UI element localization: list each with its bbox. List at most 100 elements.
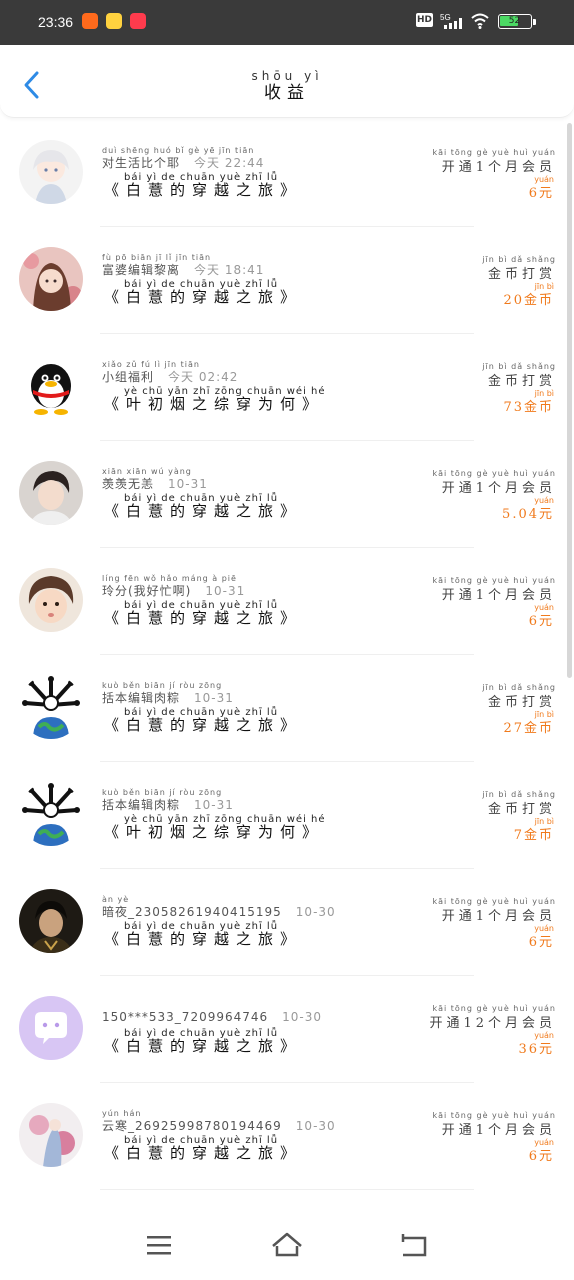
income-amount: 20金币 <box>503 293 554 308</box>
income-amount: 73金币 <box>503 400 554 415</box>
page-title-text: 收益 <box>264 83 310 103</box>
user-name: 对生活比个耶 <box>102 156 181 170</box>
user-line: 150***533_7209964746 10-30 <box>102 1010 322 1024</box>
hd-badge: HD <box>416 13 433 27</box>
avatar[interactable] <box>19 1103 83 1167</box>
avatar[interactable] <box>19 140 83 204</box>
record-time: 10-31 <box>205 584 246 598</box>
record-time: 10-31 <box>168 477 208 491</box>
income-type: 开通1个月会员 <box>441 909 556 924</box>
book-title: 《白薏的穿越之旅》 <box>104 716 303 734</box>
user-name: 玲分(我好忙啊) <box>102 584 192 598</box>
avatar[interactable] <box>19 247 83 311</box>
income-amount: 5.04元 <box>502 507 554 522</box>
battery-tip <box>533 19 536 25</box>
user-name: 150***533_7209964746 <box>102 1010 269 1024</box>
income-type: 金币打赏 <box>487 695 556 710</box>
book-title: 《白薏的穿越之旅》 <box>104 502 303 520</box>
navigation-bar <box>0 1200 574 1280</box>
income-amount: 27金币 <box>503 721 554 736</box>
status-time: 23:36 <box>38 14 74 30</box>
earning-row[interactable]: kuò běn biān jí ròu zōng 括本编辑肉粽 10-31 yè … <box>0 762 574 869</box>
header: shōu yì 收益 <box>0 45 574 118</box>
earning-row[interactable]: 150***533_7209964746 10-30 bái yì de chuā… <box>0 976 574 1083</box>
user-line: 小组福利 今天 02:42 <box>102 368 238 385</box>
book-title: 《白薏的穿越之旅》 <box>104 181 303 199</box>
home-icon[interactable] <box>267 1226 307 1266</box>
avatar[interactable] <box>19 675 83 739</box>
user-line: 括本编辑肉粽 10-31 <box>102 796 234 813</box>
record-time: 10-30 <box>295 905 336 919</box>
page-title-pinyin: shōu yì <box>251 69 323 83</box>
user-name: 括本编辑肉粽 <box>102 691 181 705</box>
battery-level: 52 <box>508 16 521 26</box>
record-time: 10-31 <box>194 798 234 812</box>
user-line: 括本编辑肉粽 10-31 <box>102 689 234 706</box>
user-line: 云寒_26925998780194469 10-30 <box>102 1117 336 1134</box>
user-line: 玲分(我好忙啊) 10-31 <box>102 582 245 599</box>
battery-icon: 52 <box>498 14 532 29</box>
status-bar: 23:36 HD 5G 52 <box>0 0 574 45</box>
income-amount: 6元 <box>528 1149 554 1164</box>
earning-row[interactable]: líng fēn wǒ hǎo máng à piē 玲分(我好忙啊) 10-31… <box>0 548 574 655</box>
earning-row[interactable]: yún hán 云寒_26925998780194469 10-30 bái yì… <box>0 1083 574 1190</box>
earning-row[interactable]: xiān xiān wú yàng 羡羡无恙 10-31 bái yì de ch… <box>0 441 574 548</box>
avatar[interactable] <box>19 568 83 632</box>
earning-row[interactable]: xiǎo zǔ fú lì jīn tiān 小组福利 今天 02:42 yè c… <box>0 334 574 441</box>
avatar[interactable] <box>19 889 83 953</box>
sunflower-app-icon <box>106 13 122 29</box>
user-line: 对生活比个耶 今天 22:44 <box>102 154 264 171</box>
income-type: 开通12个月会员 <box>429 1016 556 1031</box>
book-title: 《白薏的穿越之旅》 <box>104 930 303 948</box>
record-time: 10-31 <box>194 691 234 705</box>
income-amount: 6元 <box>528 935 554 950</box>
book-title: 《叶初烟之综穿为何》 <box>104 395 325 413</box>
income-type: 金币打赏 <box>487 267 556 282</box>
income-type: 金币打赏 <box>487 802 556 817</box>
income-amount: 6元 <box>528 186 554 201</box>
wifi-icon <box>471 13 489 29</box>
income-amount: 6元 <box>528 614 554 629</box>
earning-row[interactable]: kuò běn biān jí ròu zōng 括本编辑肉粽 10-31 bái… <box>0 655 574 762</box>
book-title: 《白薏的穿越之旅》 <box>104 609 303 627</box>
income-type: 开通1个月会员 <box>441 1123 556 1138</box>
dianping-icon <box>130 13 146 29</box>
user-line: 羡羡无恙 10-31 <box>102 475 208 492</box>
kuaishou-icon <box>82 13 98 29</box>
income-type: 开通1个月会员 <box>441 481 556 496</box>
menu-icon[interactable] <box>139 1226 179 1266</box>
user-name: 富婆编辑黎离 <box>102 263 181 277</box>
earning-row[interactable]: fù pō biān jī lǐ jīn tiān 富婆编辑黎离 今天 18:41… <box>0 227 574 334</box>
income-type: 开通1个月会员 <box>441 588 556 603</box>
book-title: 《白薏的穿越之旅》 <box>104 1144 303 1162</box>
record-time: 10-30 <box>295 1119 336 1133</box>
book-title: 《叶初烟之综穿为何》 <box>104 823 325 841</box>
avatar[interactable] <box>19 354 83 418</box>
earning-row[interactable]: àn yè 暗夜_2305826194041519​5 10-30 bái yì … <box>0 869 574 976</box>
record-time: 今天 22:44 <box>194 156 265 170</box>
user-line: 富婆编辑黎离 今天 18:41 <box>102 261 264 278</box>
income-type: 金币打赏 <box>487 374 556 389</box>
back-nav-icon[interactable] <box>395 1226 435 1266</box>
network-type: 5G <box>440 13 451 22</box>
income-amount: 7金币 <box>513 828 554 843</box>
avatar[interactable] <box>19 782 83 846</box>
user-name: 括本编辑肉粽 <box>102 798 181 812</box>
scrollbar[interactable] <box>567 123 572 678</box>
user-name: 羡羡无恙 <box>102 477 155 491</box>
avatar[interactable] <box>19 996 83 1060</box>
earnings-list: duì shēng huó bǐ gè yē jīn tiān 对生活比个耶 今天… <box>0 120 574 1190</box>
income-type: 开通1个月会员 <box>441 160 556 175</box>
record-time: 今天 18:41 <box>194 263 265 277</box>
income-amount: 36元 <box>518 1042 554 1057</box>
user-name: 小组福利 <box>102 370 155 384</box>
cellular-signal-icon: 5G <box>440 13 462 29</box>
user-name: 云寒_26925998780194469 <box>102 1119 282 1133</box>
book-title: 《白薏的穿越之旅》 <box>104 288 303 306</box>
user-name: 暗夜_2305826194041519​5 <box>102 905 282 919</box>
user-line: 暗夜_2305826194041519​5 10-30 <box>102 903 336 920</box>
earning-row[interactable]: duì shēng huó bǐ gè yē jīn tiān 对生活比个耶 今天… <box>0 120 574 227</box>
book-title: 《白薏的穿越之旅》 <box>104 1037 303 1055</box>
record-time: 今天 02:42 <box>168 370 239 384</box>
avatar[interactable] <box>19 461 83 525</box>
